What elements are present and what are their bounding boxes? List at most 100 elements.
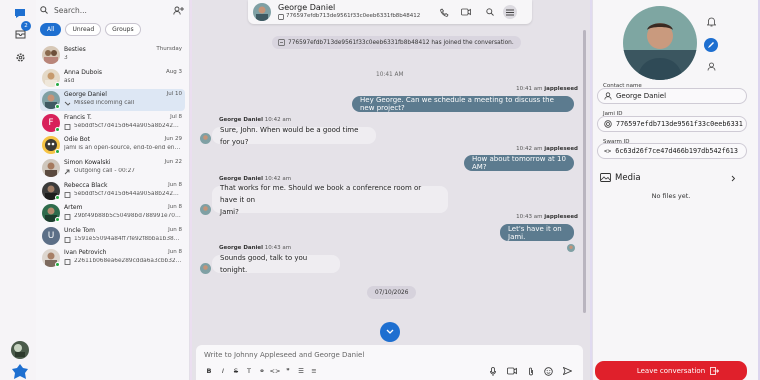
conversation-time: Jun 22	[164, 159, 182, 165]
list-item[interactable]: Odie Bot Jun 29 Jami is an open-source, …	[40, 134, 185, 156]
chat-icon[interactable]	[10, 3, 30, 23]
join-icon	[278, 39, 285, 46]
conversation-name: Uncle Tom	[64, 227, 95, 234]
video-call-icon[interactable]	[459, 5, 473, 19]
bold-icon[interactable]: B	[204, 366, 214, 376]
message-time: 10:43 am	[264, 245, 292, 251]
file-icon	[64, 124, 71, 130]
list-item[interactable]: Rebecca Black Jun 8 5ebddf5cf7d415d644a9…	[40, 180, 185, 202]
microphone-icon[interactable]	[488, 366, 498, 376]
chat-panel: George Daniel 776597efdb713de9561f33c0ee…	[192, 0, 590, 380]
conversation-time: Thursday	[156, 46, 182, 52]
video-message-icon[interactable]	[507, 366, 517, 376]
bullet-list-icon[interactable]: ☰	[296, 366, 306, 376]
conversation-preview: 3	[64, 55, 68, 61]
message-author: jappleseed	[544, 146, 578, 152]
conversation-time: Jun 8	[168, 227, 182, 233]
list-item[interactable]: Ivan Petrovich Jun 8 22611b068ea6e289cdd…	[40, 247, 185, 269]
read-receipt-avatar	[567, 244, 575, 252]
search-box[interactable]: Search...	[40, 3, 188, 17]
outgoing-call-icon	[64, 169, 70, 175]
emoji-icon[interactable]	[543, 366, 553, 376]
scrollbar[interactable]	[583, 30, 586, 313]
conversation-list-panel: Search... All Unread Groups Besties Thur…	[36, 0, 190, 380]
conversation-details-panel: Contact name George Daniel Jami ID 77659…	[592, 0, 758, 380]
conversation-name: George Daniel	[64, 91, 107, 98]
message-text-line: Jami?	[220, 207, 239, 216]
time-divider: 10:41 AM	[376, 72, 404, 78]
jami-id-field[interactable]: 776597efdb713de9561f33c0eeb6331	[597, 116, 747, 132]
account-avatar[interactable]	[10, 340, 30, 360]
list-item-selected[interactable]: George Daniel Jul 10 Missed incoming cal…	[40, 89, 185, 111]
contact-avatar	[623, 6, 697, 80]
message-composer[interactable]: Write to Johnny Appleseed and George Dan…	[196, 345, 583, 380]
audio-call-icon[interactable]	[437, 5, 451, 19]
message-bubble-outgoing[interactable]: Hey George. Can we schedule a meeting to…	[352, 96, 574, 112]
swarm-id-field[interactable]: <> 6c63d26f7ce47d466b197db542f613	[597, 143, 747, 159]
conversation-preview: 29bf49b88b5c50498bd788991e705…	[74, 213, 182, 219]
numbered-list-icon[interactable]: ≡	[309, 366, 319, 376]
message-author: George Daniel	[219, 117, 264, 123]
online-indicator	[55, 262, 60, 267]
link-icon[interactable]: ⚭	[257, 366, 267, 376]
add-contact-icon[interactable]	[173, 6, 184, 15]
message-time: 10:41 am	[516, 86, 543, 92]
search-icon[interactable]	[483, 5, 497, 19]
contact-name-field[interactable]: George Daniel	[597, 88, 747, 104]
conversation-time: Jul 8	[170, 114, 182, 120]
list-item[interactable]: F Francis T. Jul 8 5ebddf5cf7d415d644a90…	[40, 112, 185, 134]
fingerprint-icon	[604, 120, 612, 128]
conversation-name: Rebecca Black	[64, 182, 108, 189]
conversation-time: Jun 29	[164, 136, 182, 142]
scroll-to-bottom-button[interactable]	[380, 322, 400, 342]
list-item[interactable]: Artem Jun 8 29bf49b88b5c50498bd788991e70…	[40, 202, 185, 224]
search-icon	[40, 6, 48, 14]
jami-id-value: 776597efdb713de9561f33c0eeb6331	[616, 120, 743, 128]
chat-title: George Daniel	[278, 3, 336, 12]
list-item[interactable]: Anna Dubois Aug 3 asd	[40, 67, 185, 89]
conversation-preview: Missed incoming call	[74, 100, 135, 106]
list-item[interactable]: Besties Thursday 3	[40, 44, 185, 66]
leave-conversation-button[interactable]: Leave conversation	[595, 361, 747, 380]
no-files-text: No files yet.	[651, 192, 691, 200]
online-indicator	[55, 217, 60, 222]
heading-icon[interactable]: T	[244, 366, 254, 376]
swarm-id-value: 6c63d26f7ce47d466b197db542f613	[615, 147, 738, 155]
strikethrough-icon[interactable]: S	[231, 366, 241, 376]
message-bubble-incoming[interactable]: That works for me. Should we book a conf…	[212, 184, 448, 216]
notifications-bell-icon[interactable]	[705, 16, 717, 28]
requests-badge: 2	[21, 21, 31, 31]
attachment-icon[interactable]	[526, 366, 536, 376]
copy-id-icon[interactable]	[278, 14, 284, 20]
file-icon	[64, 192, 71, 198]
settings-icon[interactable]	[10, 47, 30, 67]
avatar	[200, 263, 211, 274]
list-item[interactable]: Simon Kowalski Jun 22 Outgoing call - 00…	[40, 157, 185, 179]
code-brackets-icon: <>	[604, 147, 612, 155]
filter-groups[interactable]: Groups	[105, 23, 141, 36]
chevron-down-icon	[386, 329, 394, 334]
italic-icon[interactable]: I	[218, 366, 228, 376]
online-indicator	[55, 127, 60, 132]
members-icon[interactable]	[705, 60, 717, 72]
message-bubble-outgoing[interactable]: How about tomorrow at 10 AM?	[464, 155, 574, 171]
message-author: jappleseed	[544, 214, 578, 220]
message-bubble-incoming[interactable]: Sounds good, talk to you tonight.	[212, 254, 340, 274]
quote-icon[interactable]: ❞	[283, 366, 293, 376]
filter-unread[interactable]: Unread	[65, 23, 102, 36]
conversation-time: Jun 8	[168, 249, 182, 255]
avatar	[42, 46, 60, 64]
message-author: jappleseed	[544, 86, 578, 92]
code-icon[interactable]: <>	[270, 366, 281, 376]
send-icon[interactable]	[562, 366, 572, 376]
online-indicator	[55, 149, 60, 154]
message-time: 10:42 am	[516, 146, 543, 152]
message-bubble-incoming[interactable]: Sure, John. When would be a good time fo…	[212, 126, 376, 146]
chevron-right-icon[interactable]	[731, 175, 736, 182]
filter-all[interactable]: All	[40, 23, 62, 36]
menu-icon[interactable]	[503, 5, 517, 19]
list-item[interactable]: U Uncle Tom Jun 8 1591e55094a84ff7fe92f8…	[40, 225, 185, 247]
message-author: George Daniel	[219, 245, 264, 251]
message-bubble-outgoing[interactable]: Let's have it on Jami.	[500, 224, 574, 241]
color-picker-icon[interactable]	[704, 38, 718, 52]
